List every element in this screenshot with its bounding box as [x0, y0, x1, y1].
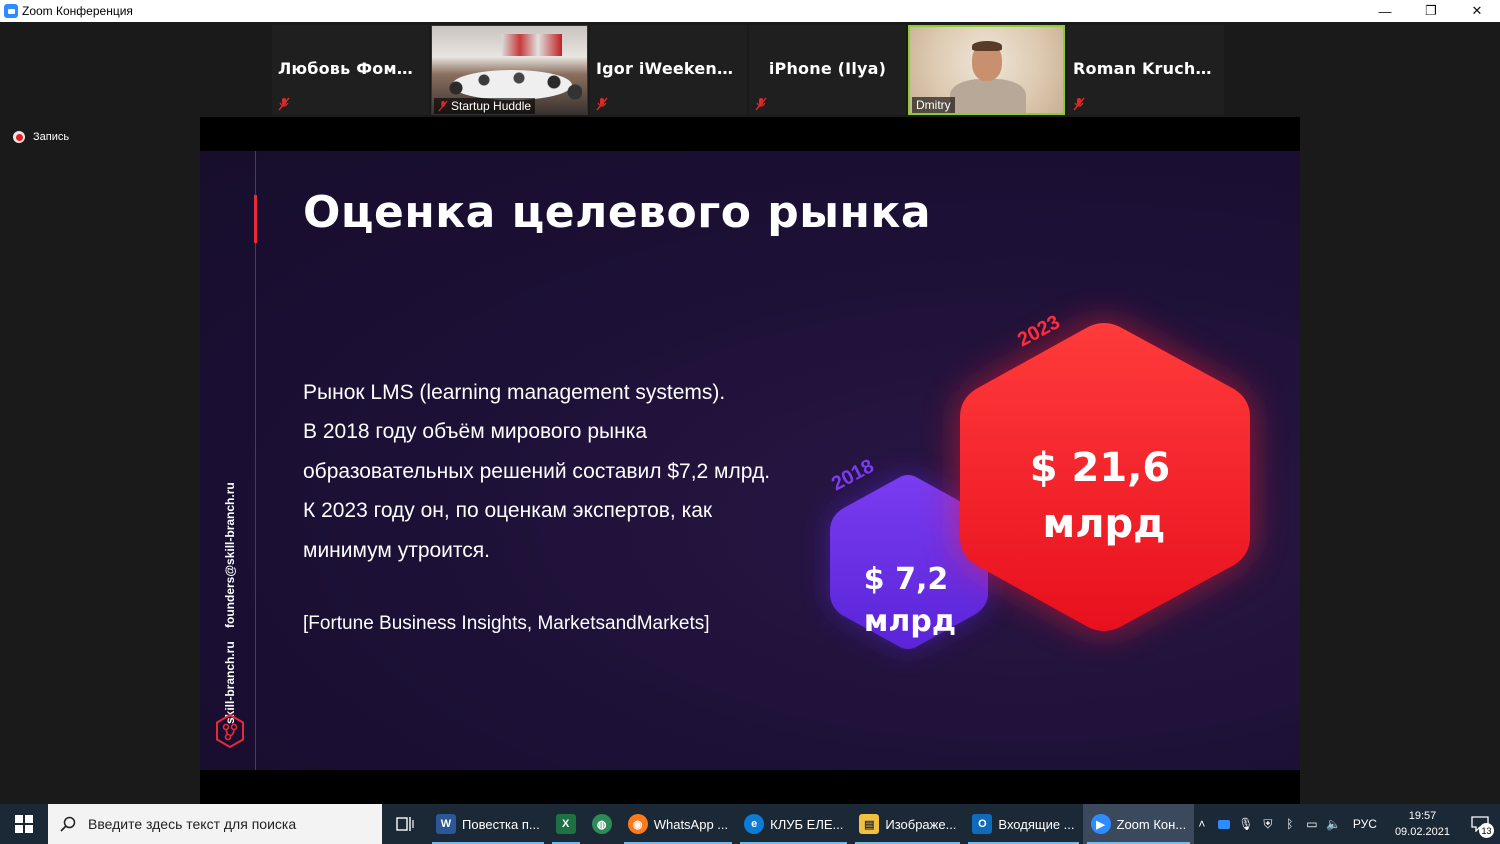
slide-body: Рынок LMS (learning management systems).… [303, 373, 770, 570]
hex-2023-unit: млрд [1043, 501, 1166, 547]
muted-mic-icon [755, 97, 767, 111]
zoom-icon: ▶ [1090, 814, 1111, 834]
search-placeholder: Введите здесь текст для поиска [88, 816, 297, 832]
title-bar: Zoom Конференция — ❐ ✕ [0, 0, 1500, 22]
microphone-icon[interactable]: 🎙 [1235, 804, 1257, 844]
slide-title: Оценка целевого рынка [303, 187, 932, 238]
participant-tile[interactable]: Igor iWeekender [590, 25, 747, 115]
start-button[interactable] [0, 804, 48, 844]
maps-icon: ◍ [591, 814, 612, 834]
market-size-graphic: 2023 2018 $ 21,6 млрд $ 7,2 млрд [828, 311, 1250, 649]
photos-icon: ▤ [859, 814, 880, 834]
taskbar-search-box[interactable]: Введите здесь текст для поиска [48, 804, 382, 844]
participant-label: Startup Huddle [434, 98, 536, 114]
zoom-window: Zoom Конференция — ❐ ✕ Любовь Фоми... St… [0, 0, 1500, 844]
outlook-icon: O [972, 814, 993, 834]
taskbar-app-excel[interactable]: X [548, 804, 584, 844]
title-accent-mark [254, 195, 257, 243]
year-2018-label: 2018 [828, 455, 878, 495]
skill-branch-logo [216, 713, 244, 749]
participant-video-tile[interactable]: Startup Huddle [431, 25, 588, 115]
muted-mic-icon [438, 100, 448, 112]
taskbar-app-photos[interactable]: ▤ Изображе... [851, 804, 964, 844]
taskbar-app-label: Изображе... [885, 816, 957, 832]
action-center-button[interactable]: 13 [1460, 804, 1500, 844]
taskbar-clock[interactable]: 19:57 09.02.2021 [1385, 808, 1460, 840]
participant-tile[interactable]: iPhone (Ilya) [749, 25, 906, 115]
slide-source: [Fortune Business Insights, MarketsandMa… [303, 613, 710, 634]
taskbar-app-zoom[interactable]: ▶ Zoom Кон... [1082, 804, 1195, 844]
participant-tile[interactable]: Roman Kruchen... [1067, 25, 1224, 115]
presentation-slide: founders@skill-branch.ru skill-branch.ru… [200, 151, 1300, 770]
slide-body-line: минимум утроится. [303, 538, 491, 562]
record-icon [13, 131, 25, 143]
participant-name: Startup Huddle [451, 99, 532, 113]
task-view-icon [396, 817, 414, 831]
slide-body-line: Рынок LMS (learning management systems). [303, 381, 726, 404]
volume-icon[interactable]: 🔈 [1323, 804, 1345, 844]
show-hidden-icons-button[interactable]: ˄ [1191, 804, 1213, 844]
notification-count: 13 [1479, 823, 1494, 838]
hex-2018-unit: млрд [864, 604, 956, 639]
zoom-tray-icon[interactable] [1213, 804, 1235, 844]
taskbar-app-label: КЛУБ ЕЛЕ... [770, 816, 844, 832]
hex-2018-amount: $ 7,2 [864, 562, 948, 597]
participant-label: Dmitry [912, 97, 955, 113]
slide-body-line: В 2018 году объём мирового рынка [303, 420, 648, 444]
windows-logo-icon [15, 815, 33, 833]
clock-date: 09.02.2021 [1394, 826, 1450, 838]
minimize-button[interactable]: — [1362, 0, 1408, 22]
close-button[interactable]: ✕ [1454, 0, 1500, 22]
slide-body-line: образовательных решений составил $7,2 мл… [303, 459, 771, 483]
zoom-app-icon [4, 4, 18, 18]
taskbar-app-edge[interactable]: e КЛУБ ЕЛЕ... [736, 804, 851, 844]
muted-mic-icon [596, 97, 608, 111]
taskbar-app-label: Zoom Кон... [1116, 816, 1187, 832]
hex-2023-amount: $ 21,6 [1030, 445, 1170, 491]
taskbar-app-firefox[interactable]: ◉ WhatsApp ... [620, 804, 736, 844]
restore-button[interactable]: ❐ [1408, 0, 1454, 22]
taskbar-app-label: Повестка п... [462, 816, 540, 832]
taskbar-app-outlook[interactable]: O Входящие ... [964, 804, 1082, 844]
muted-mic-icon [1073, 97, 1085, 111]
input-language[interactable]: РУС [1345, 817, 1385, 831]
participant-tile[interactable]: Любовь Фоми... [272, 25, 429, 115]
participant-name: Igor iWeekender [596, 59, 747, 78]
slide-body-line: К 2023 году он, по оценкам экспертов, ка… [303, 499, 713, 523]
participant-name: Любовь Фоми... [278, 59, 428, 78]
clock-time: 19:57 [1408, 810, 1437, 822]
taskbar-app-label: WhatsApp ... [653, 816, 729, 832]
battery-icon[interactable]: ▭ [1301, 804, 1323, 844]
system-tray: ˄ 🎙 ⛨ ᛒ ▭ 🔈 РУС 19:57 09.02.2021 13 [1191, 804, 1500, 844]
edge-icon: e [744, 814, 765, 834]
word-icon: W [436, 814, 456, 834]
slide-divider-line [255, 151, 256, 770]
participant-name: Roman Kruchen... [1073, 59, 1224, 78]
window-title: Zoom Конференция [22, 4, 133, 18]
excel-icon: X [555, 814, 576, 834]
bluetooth-icon[interactable]: ᛒ [1279, 804, 1301, 844]
taskbar-app-maps[interactable]: ◍ [584, 804, 620, 844]
participant-name: iPhone (Ilya) [768, 59, 887, 78]
windows-taskbar: Введите здесь текст для поиска W Повестк… [0, 804, 1500, 844]
muted-mic-icon [278, 97, 290, 111]
active-speaker-tile[interactable]: Dmitry [908, 25, 1065, 115]
shield-icon[interactable]: ⛨ [1257, 804, 1279, 844]
taskbar-app-label: Входящие ... [998, 816, 1075, 832]
search-icon [60, 816, 76, 832]
slide-email: founders@skill-branch.ru [223, 482, 237, 628]
firefox-icon: ◉ [627, 814, 648, 834]
slide-website: skill-branch.ru [223, 641, 237, 724]
participant-name: Dmitry [916, 98, 951, 112]
taskbar-app-word[interactable]: W Повестка п... [428, 804, 548, 844]
shared-screen: founders@skill-branch.ru skill-branch.ru… [200, 117, 1300, 804]
recording-indicator[interactable]: Запись [13, 131, 69, 143]
recording-label: Запись [33, 131, 70, 143]
window-controls: — ❐ ✕ [1362, 0, 1500, 22]
participant-strip: Любовь Фоми... Startup Huddle Igor iWeek… [272, 25, 1224, 115]
task-view-button[interactable] [382, 804, 428, 844]
